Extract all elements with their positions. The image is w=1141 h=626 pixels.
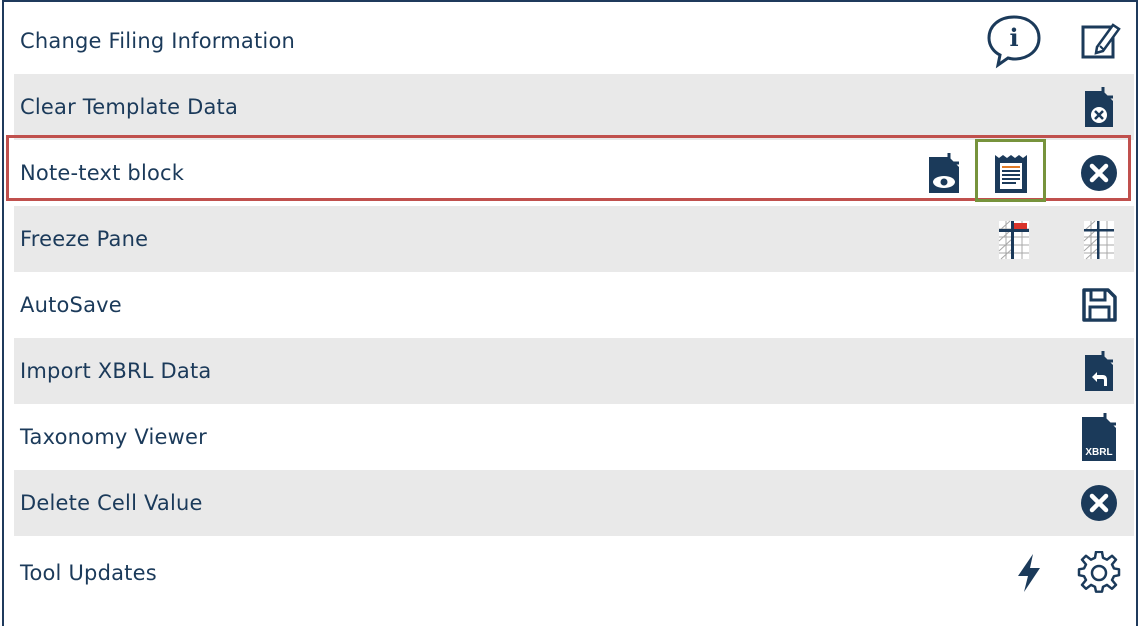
menu-item-taxonomy-viewer[interactable]: Taxonomy Viewer XBRL — [14, 404, 1134, 470]
import-file-icon[interactable] — [1064, 338, 1134, 404]
xbrl-file-icon[interactable]: XBRL — [1064, 404, 1134, 470]
text-block-icon[interactable] — [979, 140, 1043, 206]
close-circle-icon[interactable] — [1064, 470, 1134, 536]
unfreeze-pane-icon[interactable] — [1064, 206, 1134, 272]
menu-item-import-xbrl-data[interactable]: Import XBRL Data — [14, 338, 1134, 404]
menu-item-label: AutoSave — [20, 293, 122, 317]
save-icon[interactable] — [1064, 272, 1134, 338]
menu-item-label: Clear Template Data — [20, 95, 239, 119]
clear-file-icon[interactable] — [1064, 74, 1134, 140]
menu-item-label: Change Filing Information — [20, 29, 296, 53]
info-bubble-icon[interactable]: i — [974, 8, 1054, 74]
menu-item-delete-cell-value[interactable]: Delete Cell Value — [14, 470, 1134, 536]
menu-item-label: Tool Updates — [20, 561, 157, 585]
svg-text:i: i — [1009, 23, 1018, 52]
menu-item-change-filing-information[interactable]: Change Filing Information i — [14, 8, 1134, 74]
menu-item-label: Note-text block — [20, 161, 185, 185]
freeze-pane-icon[interactable] — [984, 206, 1044, 272]
preview-file-icon[interactable] — [909, 140, 979, 206]
menu-item-clear-template-data[interactable]: Clear Template Data — [14, 74, 1134, 140]
menu-item-autosave[interactable]: AutoSave — [14, 272, 1134, 338]
menu-item-label: Freeze Pane — [20, 227, 149, 251]
menu-item-label: Taxonomy Viewer — [20, 425, 207, 449]
gear-icon[interactable] — [1064, 540, 1134, 606]
menu-item-freeze-pane[interactable]: Freeze Pane — [14, 206, 1134, 272]
menu-item-tool-updates[interactable]: Tool Updates — [14, 540, 1134, 606]
lightning-icon[interactable] — [999, 540, 1059, 606]
menu-item-label: Import XBRL Data — [20, 359, 212, 383]
svg-text:XBRL: XBRL — [1085, 447, 1112, 458]
edit-icon[interactable] — [1064, 8, 1134, 74]
menu-item-label: Delete Cell Value — [20, 491, 203, 515]
close-circle-icon[interactable] — [1064, 140, 1134, 206]
menu-item-note-text-block[interactable]: Note-text block — [14, 140, 1134, 206]
